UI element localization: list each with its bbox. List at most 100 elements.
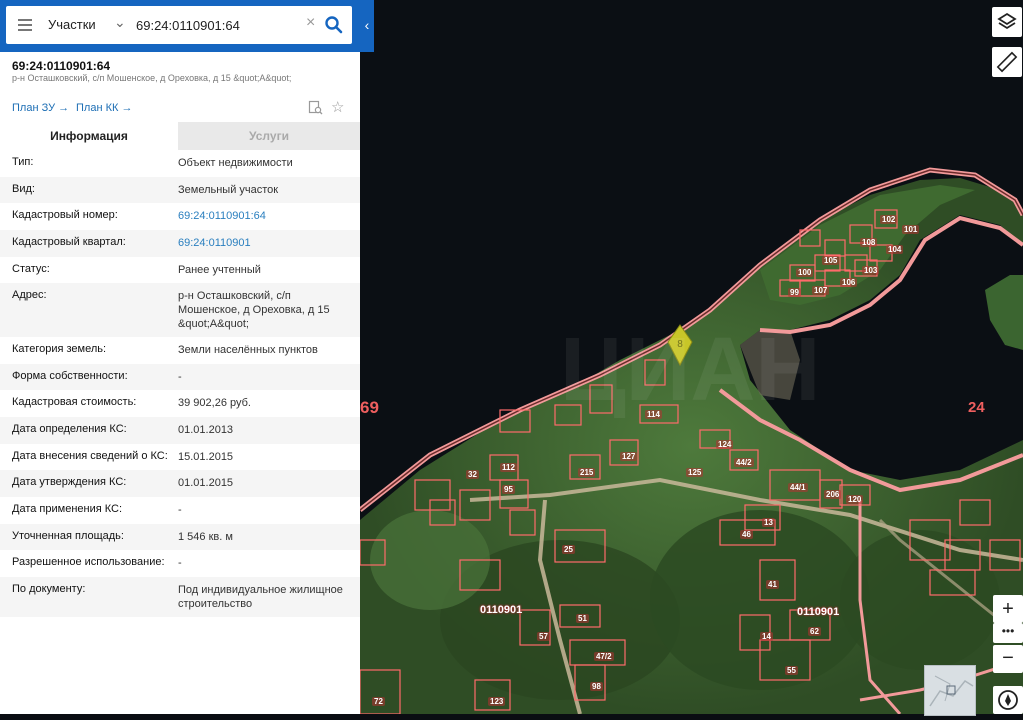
info-row-value: - — [178, 371, 182, 383]
quarter-label: 0110901 — [797, 606, 840, 618]
parcel-label[interactable]: 32 — [466, 470, 479, 479]
parcel-label[interactable]: 46 — [740, 530, 753, 539]
info-row-link[interactable]: 69:24:0110901 — [178, 236, 348, 250]
info-row: Категория земель: Земли населённых пункто… — [0, 337, 360, 364]
parcel-label[interactable]: 206 — [824, 490, 842, 499]
parcel-label[interactable]: 102 — [880, 215, 898, 224]
info-panel: 69:24:0110901:64 р-н Осташковский, с/п М… — [0, 52, 360, 714]
search-bar: Участки ⌄ × — [0, 0, 360, 52]
info-row-value: Земельный участок — [178, 184, 279, 196]
quarter-label: 0110901 — [480, 604, 523, 616]
info-row-link[interactable]: 69:24:0110901:64 — [178, 209, 348, 223]
info-row-label: Форма собственности: — [12, 370, 128, 382]
info-row-value: Под индивидуальное жилищное строительств… — [178, 584, 343, 610]
info-row-value: 1 546 кв. м — [178, 531, 233, 543]
parcel-label[interactable]: 120 — [846, 495, 864, 504]
tab-bar: Информация Услуги — [0, 122, 360, 150]
info-row: Кадастровый номер: 69:24:0110901:64 — [0, 203, 360, 230]
layers-button[interactable] — [992, 7, 1022, 37]
parcel-label[interactable]: 127 — [620, 452, 638, 461]
info-row: Статус: Ранее учтенный — [0, 257, 360, 283]
info-row-label: Статус: — [12, 263, 50, 275]
info-row-value: - — [178, 504, 182, 516]
menu-icon[interactable] — [14, 14, 36, 36]
info-row: Уточненная площадь: 1 546 кв. м — [0, 524, 360, 550]
plan-kk-link[interactable]: План КК → — [76, 102, 132, 114]
parcel-label[interactable]: 101 — [902, 225, 920, 234]
parcel-label[interactable]: 99 — [788, 288, 801, 297]
parcel-label[interactable]: 107 — [812, 286, 830, 295]
collapse-panel-button[interactable]: ‹ — [360, 0, 374, 52]
zoom-in-button[interactable]: + — [993, 595, 1023, 623]
tab-services[interactable]: Услуги — [178, 122, 360, 150]
tab-information[interactable]: Информация — [0, 122, 178, 150]
parcel-label[interactable]: 106 — [840, 278, 858, 287]
chevron-down-icon[interactable]: ⌄ — [114, 14, 126, 31]
info-row-label: Дата внесения сведений о КС: — [12, 450, 168, 462]
search-icon[interactable] — [324, 15, 344, 35]
info-row-label: Кадастровая стоимость: — [12, 396, 137, 408]
info-row-label: Кадастровый номер: — [12, 209, 118, 221]
info-row-value: р-н Осташковский, с/п Мошенское, д Орехо… — [178, 290, 330, 330]
ruler-button[interactable] — [992, 47, 1022, 77]
info-row-value: 39 902,26 руб. — [178, 397, 251, 409]
parcel-label[interactable]: 25 — [562, 545, 575, 554]
svg-text:ЦИАН: ЦИАН — [560, 320, 820, 420]
parcel-label[interactable]: 44/1 — [788, 483, 808, 492]
parcel-label[interactable]: 108 — [860, 238, 878, 247]
close-icon[interactable]: × — [306, 14, 315, 32]
info-row-value: 01.01.2015 — [178, 477, 234, 489]
minimap-graphic — [929, 675, 974, 707]
parcel-label[interactable]: 104 — [886, 245, 904, 254]
minimap[interactable] — [924, 665, 976, 716]
parcel-label[interactable]: 98 — [590, 682, 603, 691]
info-row: Тип: Объект недвижимости — [0, 150, 360, 177]
info-row-value: Земли населённых пунктов — [178, 344, 318, 356]
parcel-label[interactable]: 55 — [785, 666, 798, 675]
info-table: Тип: Объект недвижимости Вид: Земельный уча… — [0, 150, 360, 617]
info-row: Дата внесения сведений о КС: 15.01.2015 — [0, 444, 360, 470]
parcel-label[interactable]: 44/2 — [734, 458, 754, 467]
parcel-label[interactable]: 47/2 — [594, 652, 614, 661]
parcel-label[interactable]: 103 — [862, 266, 880, 275]
parcel-label[interactable]: 215 — [578, 468, 596, 477]
parcel-label[interactable]: 100 — [796, 268, 814, 277]
info-row-label: Разрешенное использование: — [12, 556, 165, 568]
parcel-label[interactable]: 105 — [822, 256, 840, 265]
zoom-level-indicator: ••• — [993, 623, 1023, 643]
info-row-label: По документу: — [12, 583, 86, 595]
parcel-label[interactable]: 41 — [766, 580, 779, 589]
object-title: 69:24:0110901:64 — [12, 59, 111, 73]
info-row-value: - — [178, 557, 182, 569]
plan-zu-link[interactable]: План ЗУ → — [12, 102, 69, 114]
parcel-label[interactable]: 125 — [686, 468, 704, 477]
parcel-label[interactable]: 123 — [488, 697, 506, 706]
info-row-value: 01.01.2013 — [178, 424, 234, 436]
info-row-label: Дата утверждения КС: — [12, 476, 127, 488]
search-input[interactable] — [134, 11, 308, 39]
parcel-label[interactable]: 95 — [502, 485, 515, 494]
info-row-label: Дата определения КС: — [12, 423, 127, 435]
zoom-out-button[interactable]: − — [993, 645, 1023, 673]
info-row: Вид: Земельный участок — [0, 177, 360, 203]
document-search-icon[interactable] — [308, 100, 323, 115]
parcel-label[interactable]: 14 — [760, 632, 773, 641]
parcel-label[interactable]: 57 — [537, 632, 550, 641]
parcel-label[interactable]: 13 — [762, 518, 775, 527]
parcel-label[interactable]: 114 — [645, 410, 662, 419]
info-row: Кадастровый квартал: 69:24:0110901 — [0, 230, 360, 257]
info-row-label: Категория земель: — [12, 343, 107, 355]
star-icon[interactable]: ☆ — [331, 98, 344, 116]
parcel-label[interactable]: 62 — [808, 627, 821, 636]
parcel-label[interactable]: 124 — [716, 440, 734, 449]
locate-button[interactable] — [993, 686, 1023, 714]
info-row-label: Дата применения КС: — [12, 503, 123, 515]
parcel-label[interactable]: 51 — [576, 614, 589, 623]
info-row-label: Кадастровый квартал: — [12, 236, 126, 248]
info-row-value: 15.01.2015 — [178, 451, 234, 463]
info-row-value: Ранее учтенный — [178, 264, 261, 276]
parcel-label[interactable]: 72 — [372, 697, 385, 706]
search-type-select[interactable]: Участки — [48, 17, 96, 32]
info-row: По документу: Под индивидуальное жилищное… — [0, 577, 360, 617]
parcel-label[interactable]: 112 — [500, 463, 517, 472]
